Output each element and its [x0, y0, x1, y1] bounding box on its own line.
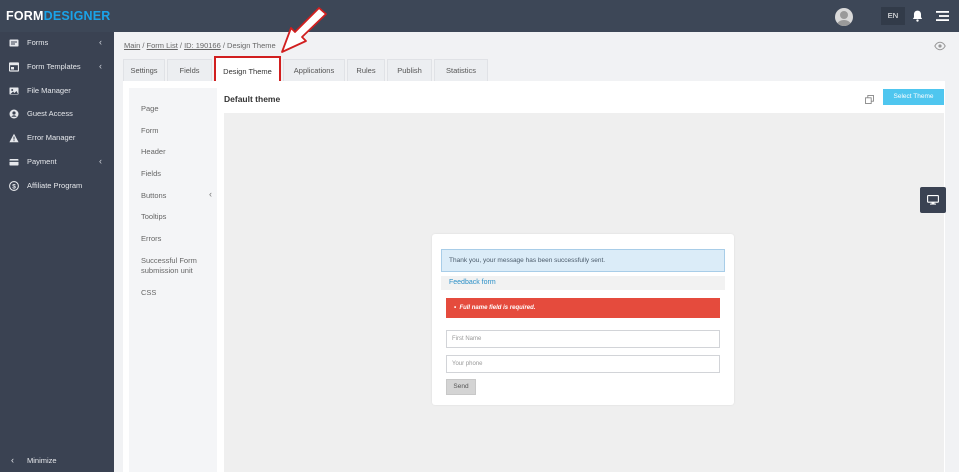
chevron-left-icon: ‹	[99, 156, 102, 166]
device-preview-button[interactable]	[920, 187, 946, 213]
tab-statistics[interactable]: Statistics	[434, 59, 488, 82]
select-theme-button[interactable]: Select Theme	[883, 89, 944, 105]
dollar-icon: $	[9, 181, 19, 191]
design-menu-success-unit[interactable]: Successful Form submission unit	[141, 256, 211, 276]
tab-publish[interactable]: Publish	[387, 59, 432, 82]
copy-icon[interactable]	[865, 95, 874, 104]
user-avatar[interactable]	[835, 8, 853, 26]
chevron-left-icon: ‹	[99, 37, 102, 47]
design-menu-css[interactable]: CSS	[141, 288, 211, 298]
breadcrumb-form-id[interactable]: ID: 190166	[184, 41, 221, 50]
file-manager-icon	[9, 87, 19, 95]
design-menu-header[interactable]: Header	[141, 147, 211, 157]
form-title: Feedback form	[441, 276, 725, 290]
tab-design-theme[interactable]: Design Theme	[214, 56, 281, 83]
first-name-field[interactable]: First Name	[446, 330, 720, 348]
design-menu-fields[interactable]: Fields	[141, 169, 211, 179]
top-bar: FORMDESIGNER EN	[0, 0, 959, 32]
annotation-arrow-icon	[281, 7, 327, 53]
tab-rules[interactable]: Rules	[347, 59, 385, 82]
breadcrumb: Main / Form List / ID: 190166 / Design T…	[124, 41, 276, 50]
sidebar-item-error-manager[interactable]: Error Manager	[0, 128, 114, 148]
sidebar-item-payment[interactable]: Payment ‹	[0, 152, 114, 172]
language-switcher[interactable]: EN	[881, 7, 905, 25]
error-message: • Full name field is required.	[446, 298, 720, 318]
chevron-left-icon: ‹	[11, 455, 14, 465]
warning-icon	[9, 133, 19, 143]
sidebar-item-file-manager[interactable]: File Manager	[0, 81, 114, 101]
tab-fields[interactable]: Fields	[167, 59, 212, 82]
eye-icon[interactable]	[934, 41, 946, 51]
theme-title: Default theme	[224, 94, 281, 104]
sidebar-item-forms[interactable]: Forms ‹	[0, 33, 114, 53]
preview-form-card: Thank you, your message has been success…	[432, 234, 734, 405]
breadcrumb-form-list[interactable]: Form List	[147, 41, 178, 50]
design-menu-buttons[interactable]: Buttons	[141, 191, 211, 201]
payment-icon	[9, 159, 19, 166]
sidebar: Forms ‹ Form Templates ‹ File Manager Gu…	[0, 32, 114, 472]
minimize-sidebar-button[interactable]: ‹ Minimize	[0, 452, 114, 470]
success-message: Thank you, your message has been success…	[441, 249, 725, 272]
forms-icon	[9, 39, 19, 47]
tab-applications[interactable]: Applications	[283, 59, 345, 82]
app-logo[interactable]: FORMDESIGNER	[6, 9, 111, 23]
breadcrumb-main[interactable]: Main	[124, 41, 140, 50]
sidebar-item-guest-access[interactable]: Guest Access	[0, 104, 114, 124]
design-submenu: Page Form Header Fields Buttons ‹ Toolti…	[129, 88, 217, 472]
sidebar-item-affiliate-program[interactable]: $ Affiliate Program	[0, 176, 114, 196]
design-menu-form[interactable]: Form	[141, 126, 211, 136]
breadcrumb-current: Design Theme	[227, 41, 276, 50]
send-button[interactable]: Send	[446, 379, 476, 395]
design-menu-errors[interactable]: Errors	[141, 234, 211, 244]
guest-access-icon	[9, 109, 19, 119]
design-menu-tooltips[interactable]: Tooltips	[141, 212, 211, 222]
theme-preview-area: Thank you, your message has been success…	[224, 113, 944, 472]
design-theme-panel: Page Form Header Fields Buttons ‹ Toolti…	[123, 81, 945, 472]
bell-icon[interactable]	[911, 9, 924, 23]
main-content: Main / Form List / ID: 190166 / Design T…	[114, 32, 959, 472]
sidebar-item-form-templates[interactable]: Form Templates ‹	[0, 57, 114, 77]
monitor-icon	[927, 195, 939, 205]
tab-settings[interactable]: Settings	[123, 59, 165, 82]
phone-field[interactable]: Your phone	[446, 355, 720, 373]
design-menu-page[interactable]: Page	[141, 104, 211, 114]
form-templates-icon	[9, 62, 19, 72]
svg-text:$: $	[12, 183, 16, 190]
chevron-left-icon: ‹	[99, 61, 102, 71]
chevron-left-icon: ‹	[209, 189, 212, 199]
menu-icon[interactable]	[936, 11, 949, 21]
